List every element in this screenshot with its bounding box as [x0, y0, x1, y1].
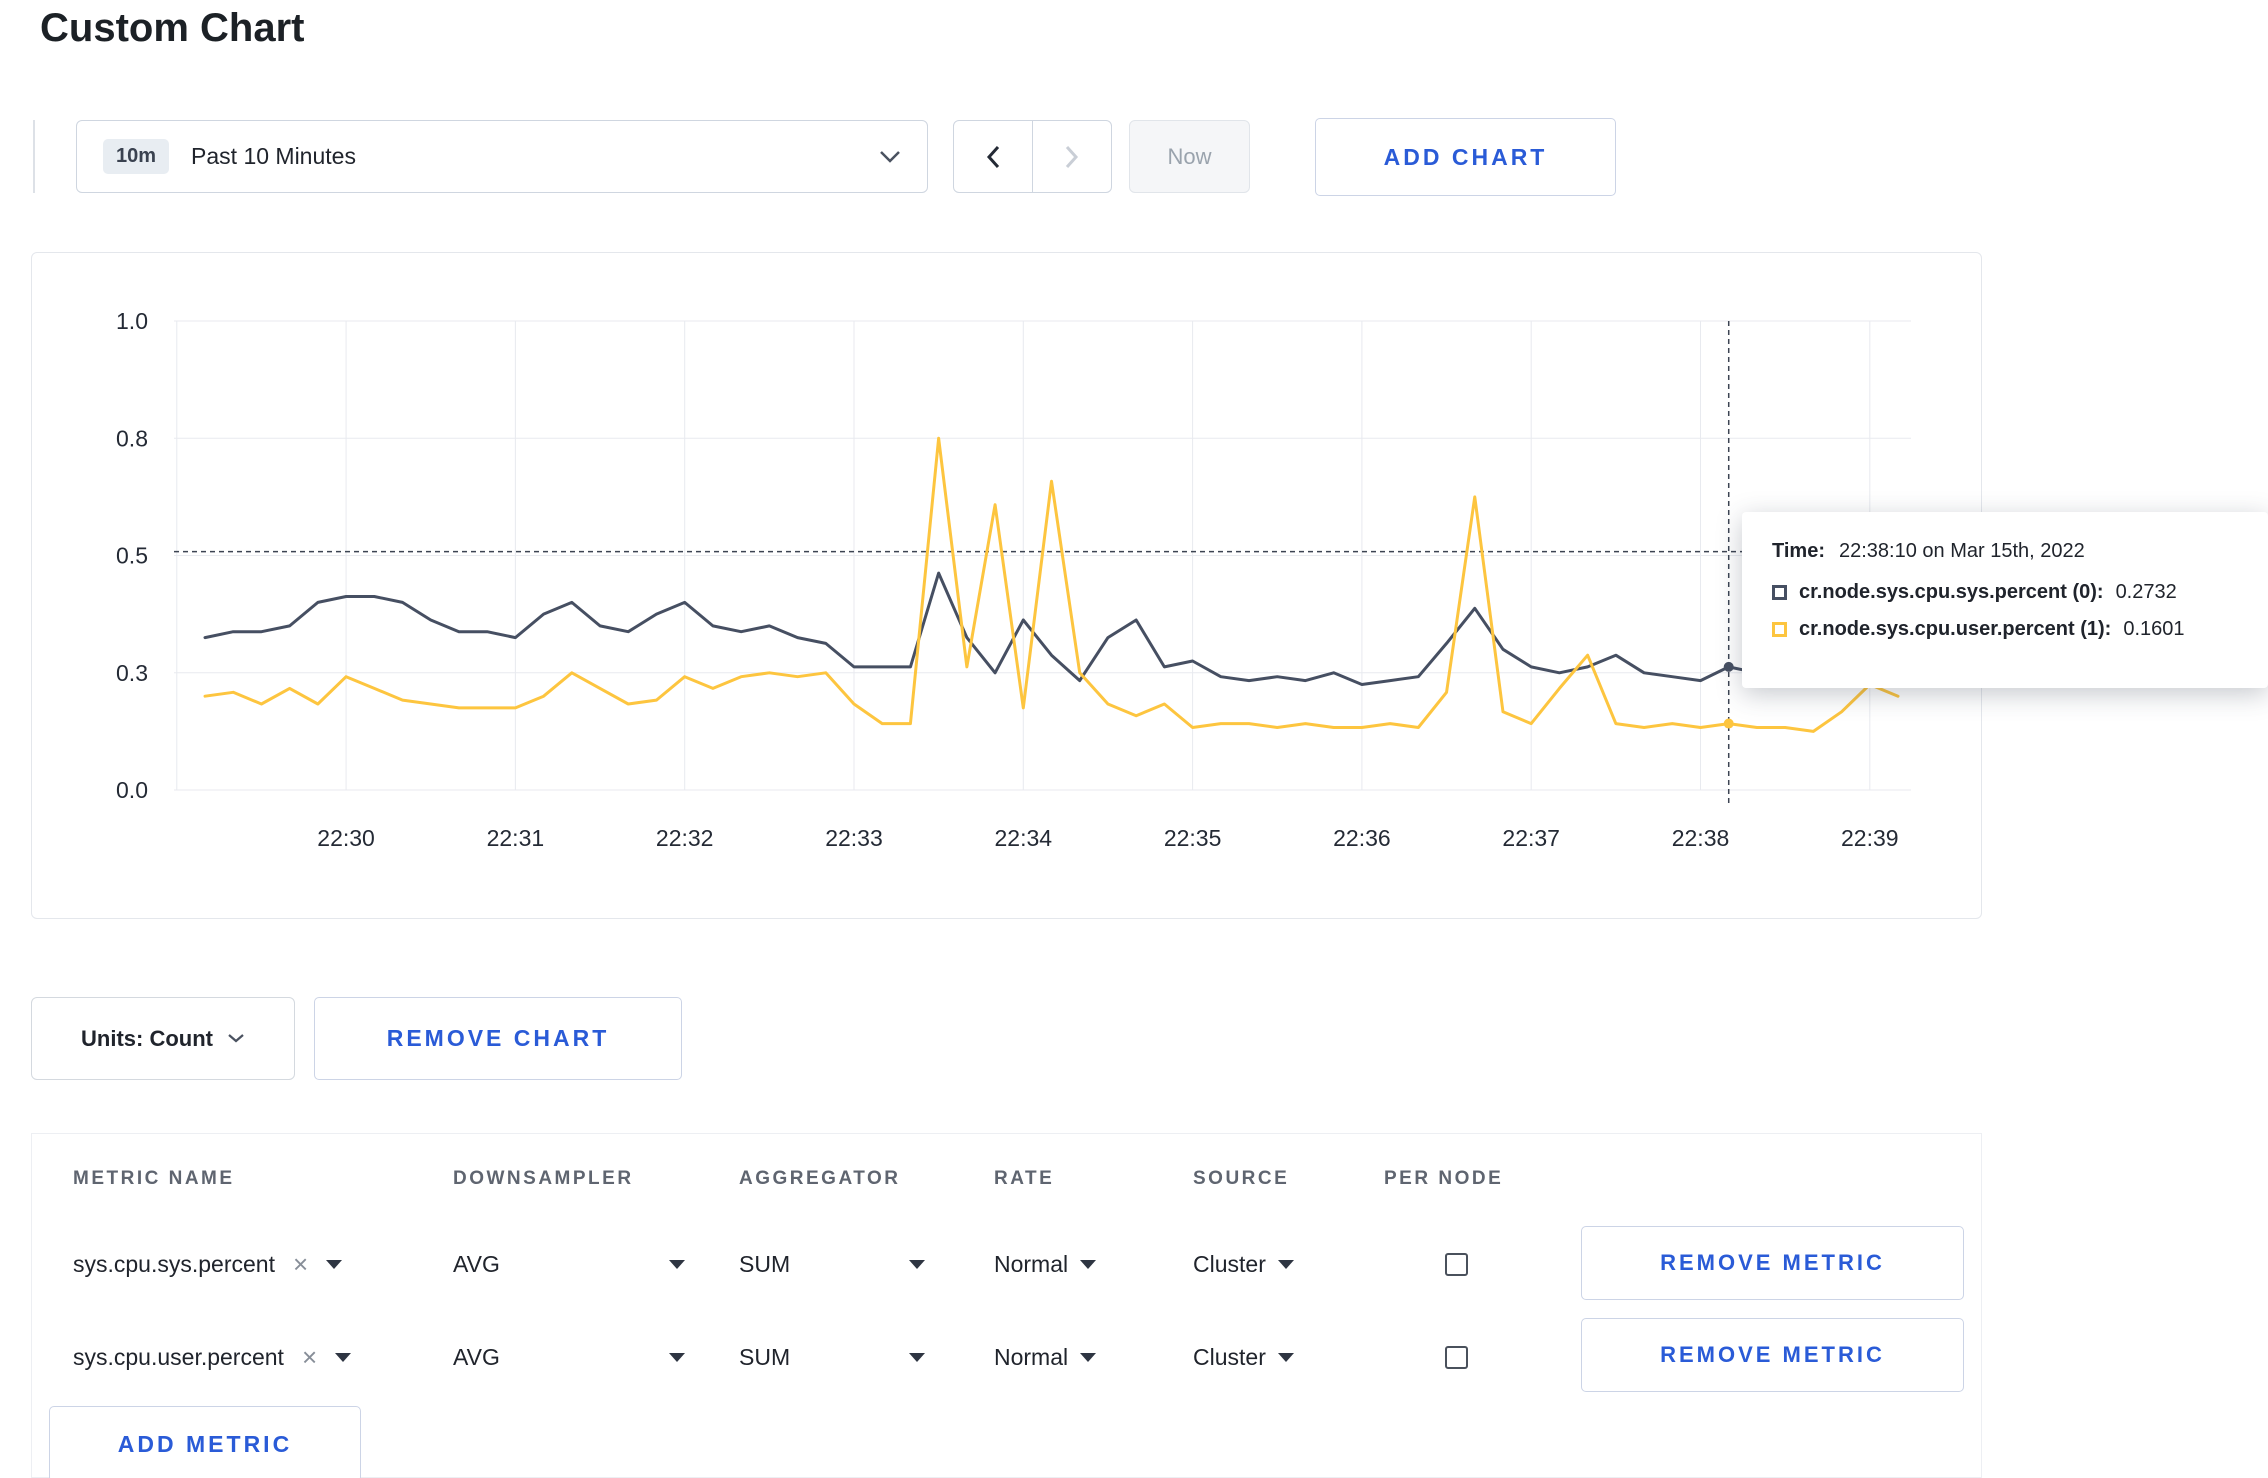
- chart-svg[interactable]: 0.0 0.3 0.5 0.8 1.0 22:30 22:31 22:32 22:33 22:34…: [32, 253, 1983, 920]
- svg-text:22:31: 22:31: [487, 825, 545, 851]
- aggregator-dropdown[interactable]: SUM: [739, 1317, 925, 1397]
- source-value: Cluster: [1193, 1343, 1266, 1370]
- tooltip-time-value: 22:38:10 on Mar 15th, 2022: [1838, 540, 2085, 562]
- time-prev-button[interactable]: [953, 120, 1033, 193]
- caret-down-icon: [669, 1259, 685, 1269]
- svg-text:22:37: 22:37: [1502, 825, 1560, 851]
- page-title: Custom Chart: [40, 6, 305, 50]
- aggregator-dropdown[interactable]: SUM: [739, 1224, 925, 1304]
- svg-text:22:30: 22:30: [317, 825, 375, 851]
- chart-card: 0.0 0.3 0.5 0.8 1.0 22:30 22:31 22:32 22:33 22:34…: [31, 252, 1982, 919]
- source-value: Cluster: [1193, 1250, 1266, 1277]
- caret-down-icon: [1277, 1259, 1294, 1269]
- caret-down-icon: [909, 1259, 925, 1269]
- time-range-dropdown[interactable]: 10m Past 10 Minutes: [76, 120, 928, 193]
- caret-down-icon: [326, 1259, 343, 1269]
- per-node-cell: [1445, 1317, 1468, 1397]
- toolbar-divider: [33, 120, 35, 193]
- tooltip-series-row: cr.node.sys.cpu.user.percent (1): 0.1601: [1772, 618, 2238, 641]
- chart-tooltip: Time: 22:38:10 on Mar 15th, 2022 cr.node.…: [1742, 512, 2268, 688]
- rate-dropdown[interactable]: Normal: [994, 1224, 1097, 1304]
- downsampler-value: AVG: [453, 1250, 500, 1277]
- per-node-checkbox[interactable]: [1445, 1252, 1468, 1276]
- tooltip-time: Time: 22:38:10 on Mar 15th, 2022: [1772, 540, 2238, 563]
- custom-chart-page: Custom Chart 10m Past 10 Minutes Now ADD…: [0, 0, 2268, 1478]
- aggregator-value: SUM: [739, 1343, 791, 1370]
- caret-down-icon: [335, 1352, 352, 1362]
- tooltip-time-label: Time:: [1772, 540, 1825, 562]
- col-header-rate: RATE: [994, 1168, 1055, 1189]
- source-dropdown[interactable]: Cluster: [1193, 1224, 1294, 1304]
- tooltip-series-value: 0.1601: [2123, 618, 2185, 640]
- col-header-aggregator: AGGREGATOR: [739, 1168, 901, 1189]
- svg-text:0.3: 0.3: [116, 660, 148, 686]
- svg-text:22:35: 22:35: [1164, 825, 1222, 851]
- time-next-button[interactable]: [1032, 120, 1112, 193]
- caret-down-icon: [669, 1352, 685, 1362]
- col-header-metric-name: METRIC NAME: [73, 1168, 235, 1189]
- time-range-badge: 10m: [103, 139, 170, 174]
- add-chart-button[interactable]: ADD CHART: [1315, 118, 1616, 196]
- source-dropdown[interactable]: Cluster: [1193, 1317, 1294, 1397]
- units-dropdown[interactable]: Units: Count: [31, 997, 295, 1080]
- tooltip-series-row: cr.node.sys.cpu.sys.percent (0): 0.2732: [1772, 581, 2238, 604]
- rate-dropdown[interactable]: Normal: [994, 1317, 1097, 1397]
- rate-value: Normal: [994, 1250, 1069, 1277]
- metric-name-label: sys.cpu.sys.percent: [73, 1250, 275, 1277]
- metric-name-dropdown[interactable]: sys.cpu.user.percent ×: [73, 1317, 352, 1397]
- aggregator-value: SUM: [739, 1250, 791, 1277]
- downsampler-dropdown[interactable]: AVG: [453, 1224, 685, 1304]
- tooltip-series-value: 0.2732: [2115, 581, 2177, 603]
- svg-text:0.5: 0.5: [116, 543, 148, 569]
- now-button[interactable]: Now: [1129, 120, 1250, 193]
- chevron-down-icon: [880, 150, 900, 163]
- add-metric-button[interactable]: ADD METRIC: [49, 1406, 361, 1478]
- chevron-down-icon: [228, 1034, 244, 1043]
- downsampler-value: AVG: [453, 1343, 500, 1370]
- remove-chart-button[interactable]: REMOVE CHART: [314, 997, 682, 1080]
- rate-value: Normal: [994, 1343, 1069, 1370]
- svg-text:1.0: 1.0: [116, 308, 148, 334]
- svg-text:22:34: 22:34: [995, 825, 1053, 851]
- series-swatch-icon: [1772, 622, 1787, 637]
- series-swatch-icon: [1772, 585, 1787, 600]
- svg-text:22:39: 22:39: [1841, 825, 1899, 851]
- metric-name-dropdown[interactable]: sys.cpu.sys.percent ×: [73, 1224, 343, 1304]
- caret-down-icon: [1080, 1259, 1097, 1269]
- remove-metric-button[interactable]: REMOVE METRIC: [1581, 1226, 1964, 1300]
- metrics-table: METRIC NAME DOWNSAMPLER AGGREGATOR RATE …: [31, 1133, 1982, 1478]
- tooltip-series-name: cr.node.sys.cpu.user.percent (1):: [1799, 618, 2112, 640]
- caret-down-icon: [909, 1352, 925, 1362]
- caret-down-icon: [1277, 1352, 1294, 1362]
- clear-metric-icon[interactable]: ×: [302, 1344, 317, 1370]
- col-header-source: SOURCE: [1193, 1168, 1290, 1189]
- svg-text:22:32: 22:32: [656, 825, 714, 851]
- svg-text:22:33: 22:33: [825, 825, 883, 851]
- svg-text:0.0: 0.0: [116, 777, 148, 803]
- chevron-right-icon: [1065, 145, 1079, 168]
- time-range-label: Past 10 Minutes: [191, 143, 356, 169]
- per-node-checkbox[interactable]: [1445, 1345, 1468, 1369]
- clear-metric-icon[interactable]: ×: [293, 1251, 308, 1277]
- svg-text:22:38: 22:38: [1672, 825, 1730, 851]
- downsampler-dropdown[interactable]: AVG: [453, 1317, 685, 1397]
- svg-text:22:36: 22:36: [1333, 825, 1391, 851]
- caret-down-icon: [1080, 1352, 1097, 1362]
- col-header-per-node: PER NODE: [1384, 1168, 1504, 1189]
- chevron-left-icon: [986, 145, 1000, 168]
- metric-name-label: sys.cpu.user.percent: [73, 1343, 284, 1370]
- col-header-downsampler: DOWNSAMPLER: [453, 1168, 634, 1189]
- tooltip-series-name: cr.node.sys.cpu.sys.percent (0):: [1799, 581, 2104, 603]
- svg-text:0.8: 0.8: [116, 425, 148, 451]
- per-node-cell: [1445, 1224, 1468, 1304]
- units-label: Units: Count: [81, 1025, 213, 1051]
- remove-metric-button[interactable]: REMOVE METRIC: [1581, 1318, 1964, 1392]
